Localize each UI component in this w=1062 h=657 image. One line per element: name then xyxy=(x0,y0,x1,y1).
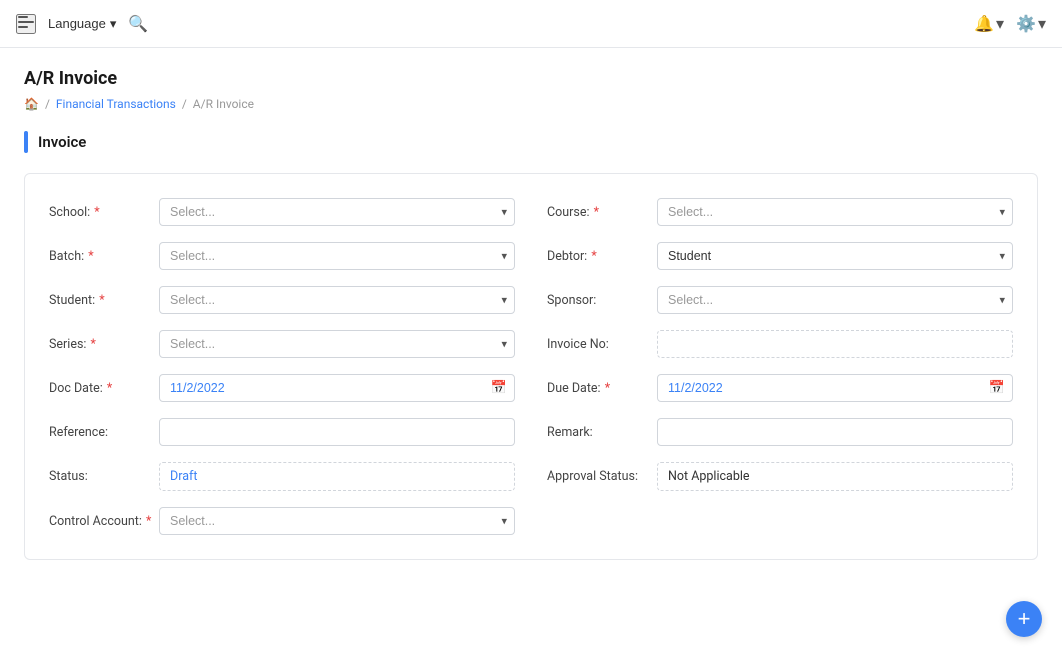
status-value: Draft xyxy=(159,462,515,491)
notification-button[interactable]: 🔔 ▾ xyxy=(974,14,1004,34)
sponsor-row: Sponsor: Select... xyxy=(547,286,1013,314)
course-select-wrapper: Select... xyxy=(657,198,1013,226)
approval-status-row: Approval Status: Not Applicable xyxy=(547,462,1013,491)
due-date-required: * xyxy=(605,381,610,396)
batch-select[interactable]: Select... xyxy=(159,242,515,270)
control-account-required: * xyxy=(146,514,151,529)
doc-date-wrapper xyxy=(159,374,515,402)
invoice-form: School: * Select... Course: * Select. xyxy=(24,173,1038,560)
student-row: Student: * Select... xyxy=(49,286,515,314)
page-title: A/R Invoice xyxy=(24,68,1038,89)
breadcrumb-financial-transactions[interactable]: Financial Transactions xyxy=(56,97,176,111)
series-required: * xyxy=(91,337,96,352)
topbar-right: 🔔 ▾ ⚙️ ▾ xyxy=(974,14,1046,34)
topbar-left: Language ▾ 🔍 xyxy=(16,14,148,34)
school-required: * xyxy=(94,205,99,220)
settings-button[interactable]: ⚙️ ▾ xyxy=(1016,14,1046,34)
bell-icon: 🔔 xyxy=(974,14,994,34)
reference-control xyxy=(159,418,515,446)
batch-select-wrapper: Select... xyxy=(159,242,515,270)
gear-icon: ⚙️ xyxy=(1016,14,1036,34)
due-date-label: Due Date: * xyxy=(547,381,657,396)
menu-toggle-button[interactable] xyxy=(16,14,36,34)
debtor-select-wrapper: Student xyxy=(657,242,1013,270)
due-date-wrapper xyxy=(657,374,1013,402)
status-control: Draft xyxy=(159,462,515,491)
batch-required: * xyxy=(88,249,93,264)
topbar: Language ▾ 🔍 🔔 ▾ ⚙️ ▾ xyxy=(0,0,1062,48)
debtor-row: Debtor: * Student xyxy=(547,242,1013,270)
series-row: Series: * Select... xyxy=(49,330,515,358)
course-row: Course: * Select... xyxy=(547,198,1013,226)
doc-date-input[interactable] xyxy=(159,374,515,402)
form-grid: School: * Select... Course: * Select. xyxy=(49,198,1013,535)
chevron-down-icon: ▾ xyxy=(1038,14,1046,34)
breadcrumb-separator2: / xyxy=(182,97,187,111)
student-label: Student: * xyxy=(49,293,159,308)
student-select-wrapper: Select... xyxy=(159,286,515,314)
breadcrumb: 🏠 / Financial Transactions / A/R Invoice xyxy=(24,97,1038,111)
chevron-down-icon: ▾ xyxy=(996,14,1004,34)
school-select-wrapper: Select... xyxy=(159,198,515,226)
sponsor-label: Sponsor: xyxy=(547,293,657,308)
section-bar xyxy=(24,131,28,153)
language-label: Language xyxy=(48,16,106,31)
control-account-row: Control Account: * Select... xyxy=(49,507,515,535)
breadcrumb-home[interactable]: 🏠 xyxy=(24,97,39,111)
series-select[interactable]: Select... xyxy=(159,330,515,358)
batch-label: Batch: * xyxy=(49,249,159,264)
approval-status-value: Not Applicable xyxy=(657,462,1013,491)
debtor-label: Debtor: * xyxy=(547,249,657,264)
search-button[interactable]: 🔍 xyxy=(128,14,148,34)
reference-label: Reference: xyxy=(49,425,159,440)
course-select[interactable]: Select... xyxy=(657,198,1013,226)
school-select[interactable]: Select... xyxy=(159,198,515,226)
doc-date-row: Doc Date: * xyxy=(49,374,515,402)
doc-date-label: Doc Date: * xyxy=(49,381,159,396)
invoice-no-row: Invoice No: xyxy=(547,330,1013,358)
status-label: Status: xyxy=(49,469,159,484)
school-row: School: * Select... xyxy=(49,198,515,226)
doc-date-required: * xyxy=(107,381,112,396)
status-row: Status: Draft xyxy=(49,462,515,491)
control-account-select-wrapper: Select... xyxy=(159,507,515,535)
school-label: School: * xyxy=(49,205,159,220)
debtor-required: * xyxy=(591,249,596,264)
sponsor-select[interactable]: Select... xyxy=(657,286,1013,314)
debtor-select[interactable]: Student xyxy=(657,242,1013,270)
control-account-select[interactable]: Select... xyxy=(159,507,515,535)
sponsor-select-wrapper: Select... xyxy=(657,286,1013,314)
invoice-no-input[interactable] xyxy=(657,330,1013,358)
batch-row: Batch: * Select... xyxy=(49,242,515,270)
due-date-row: Due Date: * xyxy=(547,374,1013,402)
remark-control xyxy=(657,418,1013,446)
student-select[interactable]: Select... xyxy=(159,286,515,314)
course-required: * xyxy=(594,205,599,220)
series-label: Series: * xyxy=(49,337,159,352)
series-select-wrapper: Select... xyxy=(159,330,515,358)
add-fab-button[interactable]: + xyxy=(1006,601,1042,637)
breadcrumb-separator: / xyxy=(45,97,50,111)
reference-input[interactable] xyxy=(159,418,515,446)
student-required: * xyxy=(99,293,104,308)
remark-row: Remark: xyxy=(547,418,1013,446)
approval-status-control: Not Applicable xyxy=(657,462,1013,491)
section-header: Invoice xyxy=(24,131,1038,153)
chevron-down-icon: ▾ xyxy=(110,16,117,32)
reference-row: Reference: xyxy=(49,418,515,446)
invoice-no-control xyxy=(657,330,1013,358)
control-account-label: Control Account: * xyxy=(49,514,159,529)
main-content: A/R Invoice 🏠 / Financial Transactions /… xyxy=(0,48,1062,580)
language-selector[interactable]: Language ▾ xyxy=(48,16,116,32)
invoice-no-label: Invoice No: xyxy=(547,337,657,352)
approval-status-label: Approval Status: xyxy=(547,469,657,484)
course-label: Course: * xyxy=(547,205,657,220)
breadcrumb-current: A/R Invoice xyxy=(193,97,254,111)
due-date-input[interactable] xyxy=(657,374,1013,402)
remark-input[interactable] xyxy=(657,418,1013,446)
section-title: Invoice xyxy=(38,133,86,151)
remark-label: Remark: xyxy=(547,425,657,440)
